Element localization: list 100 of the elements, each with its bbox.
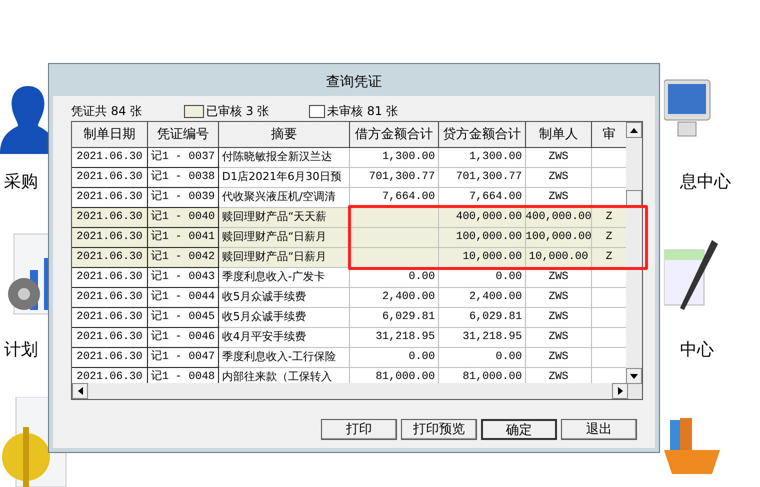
table-cell-text: 400,000.00 (456, 210, 522, 226)
column-header[interactable]: 凭证编号 (148, 122, 219, 148)
scroll-left-icon[interactable] (72, 383, 88, 399)
table-cell-text: 记1 - 0037 (151, 149, 215, 166)
unaudited-count: 未审核 81 张 (327, 103, 398, 120)
table-cell-text: 记1 - 0038 (151, 169, 215, 186)
table-cell-text: 6,029.81 (382, 310, 435, 326)
table-cell-text: 0.00 (496, 350, 522, 366)
table-cell-text: 2021.06.30 (76, 350, 142, 366)
table-cell-text: 100,000.00 (456, 230, 522, 246)
table-cell-text: 31,218.95 (376, 330, 435, 346)
table-cell-text: 季度利息收入-广发卡 (222, 269, 325, 286)
table-cell-text: 记1 - 0041 (151, 229, 215, 246)
dialog-button[interactable]: 确定 (481, 419, 557, 440)
table-cell-text: ZWS (548, 190, 568, 206)
table-cell-text: 2021.06.30 (76, 270, 142, 286)
table-cell-text: 赎回理财产品“日薪月 (222, 249, 327, 266)
icon-label: 息中心 (680, 171, 731, 194)
table-cell: 内部往来款（工保转入 (222, 369, 332, 384)
dialog-button[interactable]: 打印预览 (401, 419, 477, 440)
table-cell-text: 1,300.00 (469, 150, 522, 166)
dialog-button[interactable]: 退出 (561, 419, 637, 440)
audited-swatch (184, 104, 204, 118)
table-cell-text: 记1 - 0040 (151, 209, 215, 226)
audited-count: 已审核 3 张 (206, 103, 270, 120)
unaudited-swatch (309, 104, 326, 118)
table-cell-text: 2021.06.30 (76, 330, 142, 346)
scroll-thumb[interactable] (626, 190, 642, 206)
column-header[interactable]: 审 (592, 122, 627, 148)
table-cell-text: 2021.06.30 (76, 190, 142, 206)
column-header[interactable]: 摘要 (219, 122, 350, 148)
table-cell-text: 付陈晓敏报全新汉兰达 (222, 149, 332, 166)
table-cell-text: 31,218.95 (462, 330, 522, 346)
table-cell-text: ZWS (548, 310, 568, 326)
table-cell-text: 记1 - 0039 (151, 189, 215, 206)
table-cell-text: 收5月众诚手续费 (222, 309, 306, 326)
horizontal-scrollbar[interactable] (72, 383, 628, 399)
table-cell-text: ZWS (548, 150, 568, 166)
table-cell-text: 701,300.77 (456, 170, 522, 186)
scroll-down-icon[interactable] (626, 368, 642, 384)
table-cell-text: 2021.06.30 (76, 150, 142, 166)
table-cell-text: 400,000.00 (526, 210, 591, 226)
table-cell-text: 2021.06.30 (76, 370, 142, 384)
table-cell-text: 赎回理财产品“日薪月 (222, 229, 327, 246)
table-cell-text: ZWS (548, 290, 568, 306)
table-cell-text: Z (606, 210, 612, 226)
table-cell-text: 81,000.00 (462, 370, 522, 384)
table-cell-text: 2,400.00 (382, 290, 435, 306)
vertical-scrollbar[interactable] (626, 122, 642, 384)
total-count: 凭证共 84 张 (71, 103, 142, 120)
table-cell-text: 收4月平安手续费 (222, 329, 306, 346)
table-cell-text: D1店2021年6月30日预 (222, 169, 342, 186)
table-cell-text: ZWS (548, 350, 568, 366)
table-cell-text: 记1 - 0042 (151, 249, 215, 266)
dialog-button[interactable]: 打印 (321, 419, 397, 440)
table-cell: 记1 - 0048 (151, 369, 215, 384)
table-cell-text: 7,664.00 (469, 190, 522, 206)
table-cell-text: 2021.06.30 (76, 210, 142, 226)
table-cell-text: Z (606, 230, 612, 246)
table-cell-text: 0.00 (408, 350, 435, 366)
table-cell-text: 2021.06.30 (76, 230, 142, 246)
icon-label: 采购 (4, 171, 38, 194)
column-header[interactable]: 贷方金额合计 (439, 122, 526, 148)
table-cell-text: 701,300.77 (368, 170, 435, 186)
table-cell-text: 6,029.81 (469, 310, 522, 326)
table-cell-text: 10,000.00 (462, 250, 522, 266)
table-cell-text: 收5月众诚手续费 (222, 289, 306, 306)
table-cell-text: 81,000.00 (376, 370, 435, 384)
column-header[interactable]: 制单人 (526, 122, 592, 148)
icon-label: 中心 (680, 339, 714, 362)
table-cell-text: ZWS (548, 330, 568, 346)
table-cell-text: 1,300.00 (382, 150, 435, 166)
table-cell-text: 2021.06.30 (76, 170, 142, 186)
table-cell-text: 0.00 (496, 270, 522, 286)
column-header[interactable]: 借方金额合计 (350, 122, 439, 148)
table-cell-text: 7,664.00 (382, 190, 435, 206)
table-cell-text: 记1 - 0045 (151, 309, 215, 326)
table-cell-text: 赎回理财产品“天天薪 (222, 209, 327, 226)
column-header[interactable]: 制单日期 (72, 122, 148, 148)
table-cell-text: 2021.06.30 (76, 290, 142, 306)
table-cell-text: 记1 - 0043 (151, 269, 215, 286)
scroll-right-icon[interactable] (612, 383, 628, 399)
table-cell-text: 2021.06.30 (76, 310, 142, 326)
icon-label: 计划 (4, 339, 38, 362)
table-cell-text: ZWS (548, 270, 568, 286)
table-cell-text: 记1 - 0047 (151, 349, 215, 366)
table-cell-text: 代收聚兴液压机/空调清 (222, 189, 336, 206)
table-cell-text: 季度利息收入-工行保险 (222, 349, 336, 366)
table-cell-text: 10,000.00 (528, 250, 588, 266)
table-cell-text: Z (606, 250, 612, 266)
table-cell-text: ZWS (548, 170, 568, 186)
table-cell-text: 100,000.00 (526, 230, 591, 246)
table-cell-text: 0.00 (408, 270, 435, 286)
table-cell-text: 记1 - 0046 (151, 329, 215, 346)
table-cell-text: 记1 - 0044 (151, 289, 215, 306)
scroll-up-icon[interactable] (626, 122, 642, 138)
window-title: 查询凭证 (325, 72, 383, 92)
table-cell-text: 2,400.00 (469, 290, 522, 306)
table-cell-text: ZWS (548, 370, 568, 384)
table-cell-text: 2021.06.30 (76, 250, 142, 266)
